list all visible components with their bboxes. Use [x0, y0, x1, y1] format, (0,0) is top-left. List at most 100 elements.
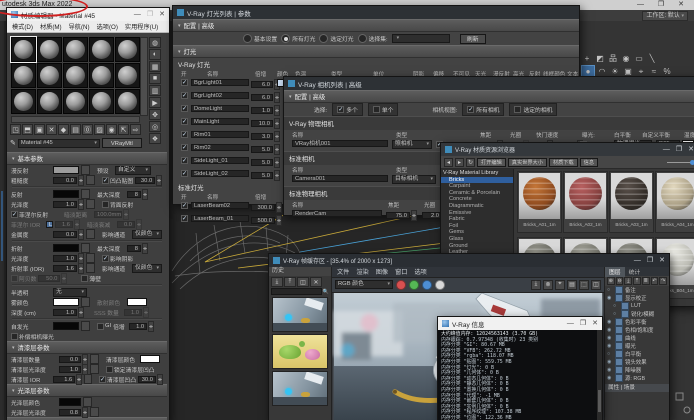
- material-sample-slot[interactable]: [37, 89, 62, 114]
- camera-view-所有相机[interactable]: ✓: [467, 106, 474, 113]
- spinner[interactable]: [143, 307, 149, 318]
- spinner[interactable]: [274, 157, 280, 168]
- checkbox[interactable]: ✓: [102, 255, 109, 262]
- checkbox[interactable]: ✓: [181, 79, 188, 86]
- pick-material-icon[interactable]: ✎: [10, 139, 16, 147]
- log-titlebar[interactable]: V-Ray 信息 —❐✕: [438, 317, 602, 330]
- minimize-icon[interactable]: —: [134, 8, 141, 21]
- thumbnail-size-slider[interactable]: [667, 160, 694, 165]
- value-field[interactable]: 8: [127, 191, 141, 198]
- checkbox[interactable]: ✓: [11, 211, 18, 218]
- value-field[interactable]: 6.0: [251, 94, 273, 101]
- vfb-menu-4[interactable]: 选项: [415, 267, 427, 276]
- material-sample-slot[interactable]: [115, 63, 140, 88]
- value-field[interactable]: 500.0: [251, 217, 275, 224]
- material-sample-slot[interactable]: [11, 63, 36, 88]
- spinner[interactable]: [82, 364, 88, 375]
- material-sample-slot[interactable]: [89, 37, 114, 62]
- checkbox[interactable]: [11, 333, 18, 340]
- light-lister-titlebar[interactable]: V-Ray 灯光列表 | 参数: [173, 6, 579, 19]
- value-field[interactable]: 1.0: [124, 309, 142, 316]
- region-render-icon[interactable]: ⬚: [579, 280, 589, 290]
- checkbox[interactable]: ✓: [181, 157, 188, 164]
- value-field[interactable]: DomeLight: [191, 105, 249, 112]
- tree-item-Carpaint[interactable]: Carpaint: [441, 183, 513, 190]
- spinner[interactable]: [274, 105, 280, 116]
- checkbox[interactable]: ✓: [181, 144, 188, 151]
- channel-toggle-0[interactable]: [396, 280, 406, 290]
- map-slot-button[interactable]: [90, 364, 99, 374]
- library-button-2[interactable]: 材质下载: [549, 158, 578, 167]
- tree-item-Fabric[interactable]: Fabric: [441, 216, 513, 223]
- minimize-icon[interactable]: —: [634, 254, 641, 267]
- value-field[interactable]: Camera001: [292, 175, 388, 182]
- layer-item[interactable]: ○锐化/模糊: [605, 310, 669, 318]
- map-slot-button[interactable]: [81, 321, 90, 331]
- layer-item[interactable]: ○白平衡: [605, 350, 669, 358]
- sample-uv-tiling-icon[interactable]: ■: [149, 73, 161, 84]
- small-button[interactable]: L: [46, 221, 53, 228]
- color-swatch[interactable]: [53, 322, 79, 330]
- tree-item-Diagrammatic[interactable]: Diagrammatic: [441, 203, 513, 210]
- compare-icon[interactable]: ◫: [591, 280, 601, 290]
- clear-image-icon[interactable]: ⊗: [543, 280, 553, 290]
- spinner[interactable]: [276, 215, 282, 226]
- spinner[interactable]: [78, 199, 84, 210]
- layer-visibility-icon[interactable]: ◉: [607, 295, 613, 301]
- camera-config-rollout[interactable]: 配置 | 高级: [284, 90, 694, 103]
- color-correction-icon[interactable]: ▤: [567, 280, 577, 290]
- layer-visibility-icon[interactable]: ○: [607, 287, 613, 293]
- material-sample-slot[interactable]: [37, 37, 62, 62]
- refresh-button[interactable]: 刷新: [460, 34, 486, 44]
- material-sample-slot[interactable]: [63, 37, 88, 62]
- value-field[interactable]: 1.0: [129, 323, 147, 330]
- value-field[interactable]: 1.0: [59, 366, 81, 373]
- spinner[interactable]: [274, 131, 280, 142]
- config-rollout[interactable]: 配置 | 高级: [173, 19, 579, 32]
- tree-item-Gems[interactable]: Gems: [441, 229, 513, 236]
- load-preset-icon[interactable]: ⤒: [633, 277, 641, 285]
- value-field[interactable]: Rim01: [191, 131, 249, 138]
- checkbox[interactable]: [102, 201, 109, 208]
- close-icon[interactable]: ✕: [688, 143, 694, 156]
- select-多个[interactable]: ✓: [337, 106, 344, 113]
- value-field[interactable]: 1.6: [55, 221, 73, 228]
- value-field[interactable]: 8: [127, 245, 141, 252]
- spinner[interactable]: [78, 263, 84, 274]
- material-id-icon[interactable]: ⓪: [82, 124, 93, 135]
- spinner[interactable]: [78, 307, 84, 318]
- color-swatch[interactable]: [53, 298, 79, 306]
- checkbox[interactable]: ✓: [181, 105, 188, 112]
- radio-基本设置[interactable]: [243, 34, 252, 43]
- value-field[interactable]: 3.0: [251, 133, 273, 140]
- app-window-controls[interactable]: — ❐ ✕: [637, 0, 690, 10]
- value-field[interactable]: 300.0: [251, 204, 275, 211]
- value-field[interactable]: 1.0: [251, 107, 273, 114]
- dropdown[interactable]: 仅颜色: [132, 230, 162, 239]
- value-field[interactable]: 5.0: [251, 172, 273, 179]
- reset-map-icon[interactable]: ✕: [46, 124, 57, 135]
- assign-to-selection-icon[interactable]: ▣: [34, 124, 45, 135]
- select-by-material-icon[interactable]: ◎: [149, 121, 161, 132]
- maximize-icon[interactable]: ❐: [147, 8, 153, 21]
- checkbox[interactable]: ✓: [181, 215, 188, 222]
- dropdown[interactable]: 自定义: [115, 166, 151, 175]
- history-delete-icon[interactable]: ✕: [310, 277, 322, 287]
- rollout-0[interactable]: 基本参数: [7, 152, 167, 165]
- radio-选定灯光[interactable]: [319, 34, 328, 43]
- value-field[interactable]: 2.0: [422, 212, 442, 219]
- value-field[interactable]: 6.0: [251, 81, 273, 88]
- menu-item-1[interactable]: 材质(M): [40, 22, 62, 31]
- menu-item-0[interactable]: 模式(D): [12, 22, 33, 31]
- channel-toggle-3[interactable]: [435, 280, 445, 290]
- color-swatch[interactable]: [140, 355, 160, 363]
- map-slot-button[interactable]: [90, 407, 99, 417]
- map-slot-button[interactable]: [84, 374, 92, 384]
- spinner[interactable]: [82, 407, 88, 418]
- layer-visibility-icon[interactable]: ◉: [607, 359, 613, 365]
- spinner[interactable]: [136, 219, 142, 230]
- material-sample-slot[interactable]: [115, 89, 140, 114]
- checkbox[interactable]: [106, 366, 113, 373]
- material-name-field[interactable]: Material #45: [18, 139, 100, 148]
- value-field[interactable]: 30.0: [135, 177, 155, 184]
